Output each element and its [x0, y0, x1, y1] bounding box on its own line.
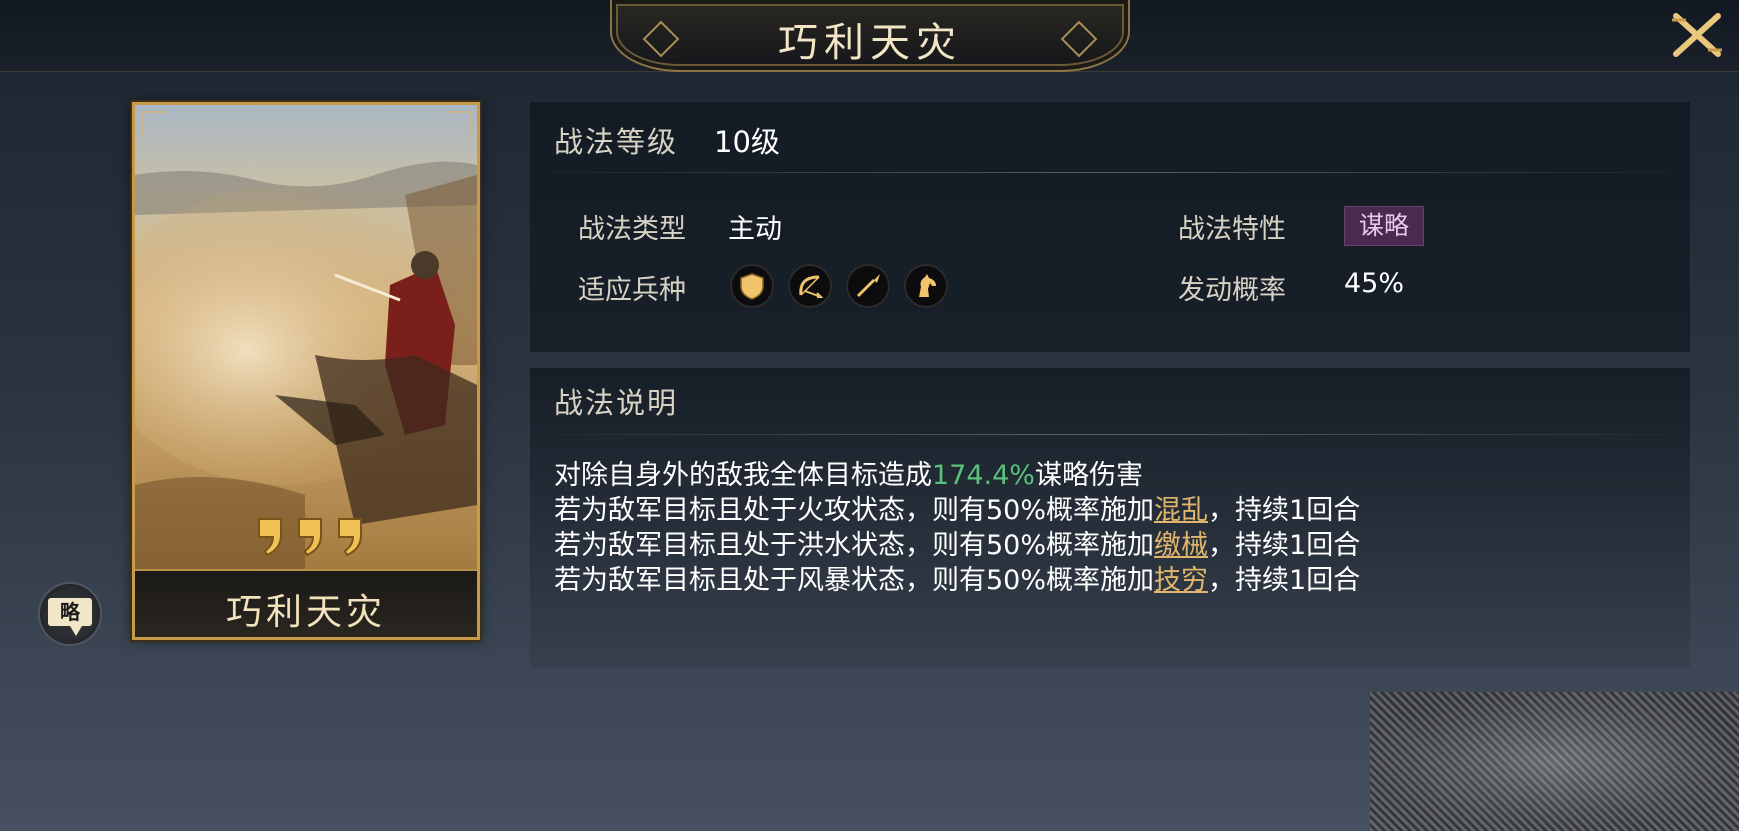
- trait-label: 战法特性: [1178, 214, 1286, 245]
- description-line: 若为敌军目标且处于风暴状态，则有50%概率施加技穷，持续1回合: [554, 563, 1360, 598]
- text-segment: 谋略伤害: [1034, 460, 1143, 491]
- status-link-silence[interactable]: 技穷: [1154, 565, 1208, 596]
- grade-mark-icon: [338, 518, 362, 557]
- description-line: 对除自身外的敌我全体目标造成174.4%谋略伤害: [554, 458, 1360, 493]
- troop-spear: [846, 264, 890, 308]
- level-label: 战法等级: [554, 125, 679, 159]
- divider: [550, 172, 1670, 173]
- card-grade: [245, 515, 375, 559]
- horse-icon: [919, 274, 936, 297]
- obscured-watermark: [1370, 692, 1739, 831]
- top-bar: 巧利天灾: [0, 0, 1739, 72]
- close-button[interactable]: [1670, 10, 1724, 60]
- description-line: 若为敌军目标且处于火攻状态，则有50%概率施加混乱，持续1回合: [554, 493, 1360, 528]
- text-segment: 若为敌军目标且处于风暴状态，则有50%概率施加: [554, 565, 1155, 596]
- card-artwork: [135, 105, 477, 569]
- card-name: 巧利天灾: [225, 592, 386, 633]
- level-value: 10级: [714, 125, 780, 159]
- rate-value: 45%: [1344, 268, 1405, 299]
- bow-icon: [799, 275, 824, 298]
- card-corner-ornament: [445, 111, 471, 137]
- tactic-tag-label: 略: [48, 598, 92, 636]
- type-label: 战法类型: [578, 214, 686, 245]
- shield-icon: [740, 273, 764, 300]
- troops-label: 适应兵种: [578, 275, 686, 306]
- tactic-description-panel: 战法说明 对除自身外的敌我全体目标造成174.4%谋略伤害 若为敌军目标且处于火…: [530, 368, 1690, 668]
- status-link-chaos[interactable]: 混乱: [1154, 495, 1208, 526]
- trait-badge: 谋略: [1344, 206, 1424, 246]
- type-value: 主动: [728, 214, 782, 245]
- text-segment: 若为敌军目标且处于洪水状态，则有50%概率施加: [554, 530, 1155, 561]
- spear-icon: [856, 274, 880, 298]
- description-line: 若为敌军目标且处于洪水状态，则有50%概率施加缴械，持续1回合: [554, 528, 1360, 563]
- text-segment: 对除自身外的敌我全体目标造成: [554, 460, 932, 491]
- divider: [550, 434, 1670, 435]
- troop-cavalry: [904, 264, 948, 308]
- text-segment: ，持续1回合: [1208, 495, 1361, 526]
- text-segment: ，持续1回合: [1208, 565, 1361, 596]
- text-segment: 若为敌军目标且处于火攻状态，则有50%概率施加: [554, 495, 1155, 526]
- grade-mark-icon: [258, 518, 282, 557]
- tactic-info-panel: 战法等级 10级 战法类型 主动 战法特性 谋略 适应兵种 发动概率 45%: [530, 102, 1690, 352]
- title-plate: 巧利天灾: [610, 0, 1130, 72]
- damage-value: 174.4%: [932, 460, 1035, 491]
- text-segment: ，持续1回合: [1208, 530, 1361, 561]
- tactic-tag-button[interactable]: 略: [38, 582, 102, 646]
- card-name-bar: 巧利天灾: [135, 569, 477, 637]
- troop-bow: [788, 264, 832, 308]
- level-row: 战法等级 10级: [554, 120, 780, 160]
- description-text: 对除自身外的敌我全体目标造成174.4%谋略伤害 若为敌军目标且处于火攻状态，则…: [554, 458, 1360, 598]
- grade-mark-icon: [298, 518, 322, 557]
- tactic-card: 巧利天灾: [132, 102, 480, 640]
- card-corner-ornament: [141, 111, 167, 137]
- troop-shield: [730, 264, 774, 308]
- troop-type-list: [730, 264, 948, 308]
- page-title: 巧利天灾: [778, 20, 962, 66]
- close-icon: [1672, 13, 1722, 57]
- description-title: 战法说明: [554, 386, 679, 420]
- status-link-disarm[interactable]: 缴械: [1154, 530, 1208, 561]
- rate-label: 发动概率: [1178, 275, 1286, 306]
